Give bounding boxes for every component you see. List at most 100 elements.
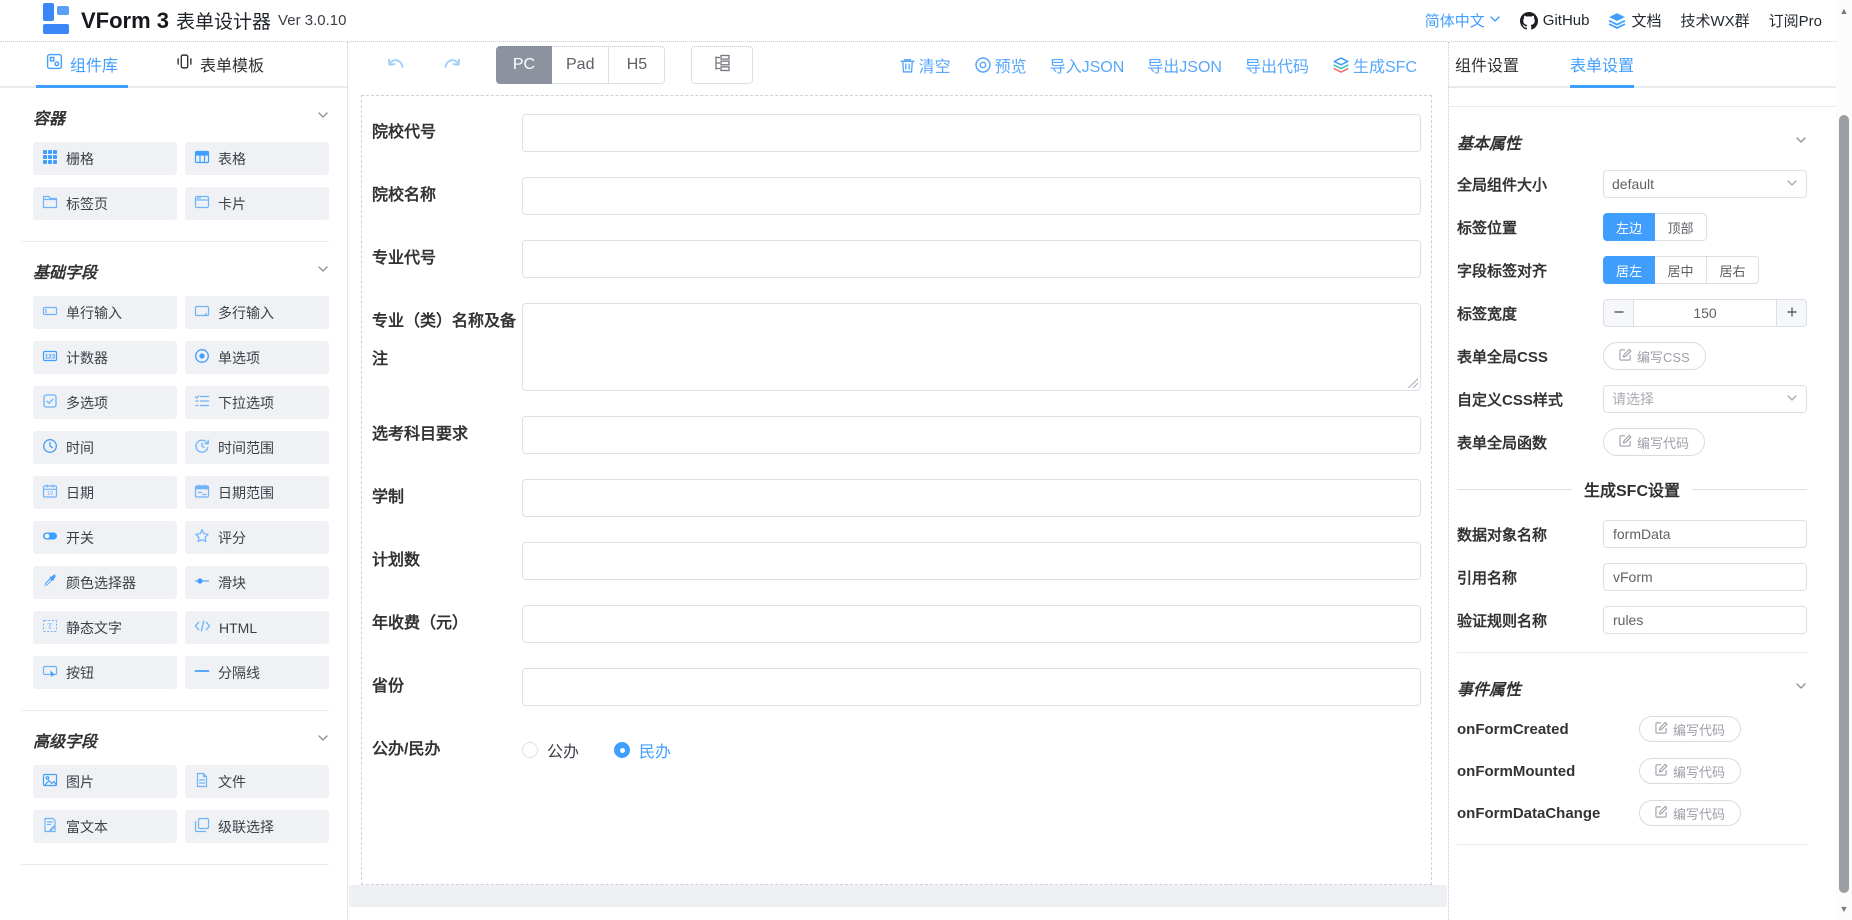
label-align-center[interactable]: 居中 xyxy=(1655,256,1707,284)
widget-card[interactable]: 卡片 xyxy=(185,187,329,220)
device-pad-button[interactable]: Pad xyxy=(552,46,609,84)
export-code-button[interactable]: 导出代码 xyxy=(1245,53,1309,77)
label-position-left[interactable]: 左边 xyxy=(1603,213,1655,241)
widget-rate[interactable]: 评分 xyxy=(185,521,329,554)
widget-tab-page[interactable]: 标签页 xyxy=(33,187,177,220)
label-align-right[interactable]: 居右 xyxy=(1707,256,1759,284)
form-canvas[interactable]: 院校代号 院校名称 专业代号 专业（类）名称及备注 选考科目要求 学制 xyxy=(361,95,1432,885)
widget-date-range[interactable]: 日期范围 xyxy=(185,476,329,509)
device-pc-button[interactable]: PC xyxy=(496,46,552,84)
form-field-row[interactable]: 计划数 xyxy=(372,542,1421,580)
widget-grid[interactable]: 栅格 xyxy=(33,142,177,175)
section-basic-fields[interactable]: 基础字段 xyxy=(33,259,329,283)
widget-divider[interactable]: 分隔线 xyxy=(185,656,329,689)
wx-group-link[interactable]: 技术WX群 xyxy=(1680,10,1749,31)
widget-switch[interactable]: 开关 xyxy=(33,521,177,554)
tab-form-template[interactable]: 表单模板 xyxy=(176,42,264,86)
label-align-left[interactable]: 居左 xyxy=(1603,256,1655,284)
form-field-row[interactable]: 学制 xyxy=(372,479,1421,517)
edit-css-button[interactable]: 编写CSS xyxy=(1603,342,1706,370)
form-field-row[interactable]: 选考科目要求 xyxy=(372,416,1421,454)
form-field-row[interactable]: 年收费（元） xyxy=(372,605,1421,643)
widget-cascader[interactable]: 级联选择 xyxy=(185,810,329,843)
rules-name-input[interactable] xyxy=(1603,606,1807,634)
tab-widget-settings[interactable]: 组件设置 xyxy=(1455,42,1519,86)
form-field-row[interactable]: 公办/民办 公办 民办 xyxy=(372,731,1421,769)
widget-button[interactable]: 按钮 xyxy=(33,656,177,689)
field-input[interactable] xyxy=(522,416,1421,454)
widget-static-text[interactable]: T静态文字 xyxy=(33,611,177,644)
resize-grip[interactable] xyxy=(1408,378,1418,388)
widget-color-picker[interactable]: 颜色选择器 xyxy=(33,566,177,599)
browser-scrollbar[interactable]: ▲ ▼ xyxy=(1836,0,1852,920)
field-input[interactable] xyxy=(522,177,1421,215)
github-link[interactable]: GitHub xyxy=(1520,12,1590,30)
redo-button[interactable] xyxy=(441,55,463,75)
language-selector[interactable]: 简体中文 xyxy=(1425,10,1501,31)
section-container[interactable]: 容器 xyxy=(33,105,329,129)
field-input[interactable] xyxy=(522,479,1421,517)
widget-table[interactable]: 表格 xyxy=(185,142,329,175)
field-input[interactable] xyxy=(522,114,1421,152)
widget-time[interactable]: 时间 xyxy=(33,431,177,464)
form-field-row[interactable]: 专业代号 xyxy=(372,240,1421,278)
form-field-row[interactable]: 省份 xyxy=(372,668,1421,706)
seg-label: 居中 xyxy=(1667,261,1693,280)
field-input[interactable] xyxy=(522,605,1421,643)
widget-select[interactable]: 下拉选项 xyxy=(185,386,329,419)
widget-number[interactable]: 123计数器 xyxy=(33,341,177,374)
custom-class-select[interactable]: 请选择 xyxy=(1603,385,1807,413)
radio-option-private[interactable]: 民办 xyxy=(614,738,671,762)
widget-radio[interactable]: 单选项 xyxy=(185,341,329,374)
generate-sfc-button[interactable]: 生成SFC xyxy=(1332,53,1417,77)
preview-button[interactable]: 预览 xyxy=(974,53,1027,77)
advanced-widgets: 图片 文件 富文本 级联选择 xyxy=(33,765,329,843)
widget-checkbox[interactable]: 多选项 xyxy=(33,386,177,419)
edit-onformcreated-button[interactable]: 编写代码 xyxy=(1639,716,1741,742)
field-input[interactable] xyxy=(522,240,1421,278)
field-input[interactable] xyxy=(522,542,1421,580)
widget-label: 开关 xyxy=(66,528,94,548)
label-position-top[interactable]: 顶部 xyxy=(1655,213,1707,241)
export-json-button[interactable]: 导出JSON xyxy=(1147,53,1222,77)
global-size-select[interactable]: default xyxy=(1603,170,1807,198)
undo-button[interactable] xyxy=(385,55,407,75)
field-input[interactable] xyxy=(522,668,1421,706)
edit-onformmounted-button[interactable]: 编写代码 xyxy=(1639,758,1741,784)
stepper-decrease-button[interactable] xyxy=(1604,300,1634,326)
edit-onformdatachange-button[interactable]: 编写代码 xyxy=(1639,800,1741,826)
widget-rich-editor[interactable]: 富文本 xyxy=(33,810,177,843)
widget-textarea[interactable]: 多行输入 xyxy=(185,296,329,329)
widget-picture-upload[interactable]: 图片 xyxy=(33,765,177,798)
ref-name-input[interactable] xyxy=(1603,563,1807,591)
tab-widget-library[interactable]: 组件库 xyxy=(46,42,118,86)
stepper-increase-button[interactable] xyxy=(1776,300,1806,326)
widget-slider[interactable]: 滑块 xyxy=(185,566,329,599)
stepper-value[interactable]: 150 xyxy=(1634,300,1776,326)
scroll-up-arrow-icon[interactable]: ▲ xyxy=(1836,4,1852,18)
node-tree-button[interactable] xyxy=(691,46,753,84)
widget-time-range[interactable]: 时间范围 xyxy=(185,431,329,464)
basic-props-header[interactable]: 基本属性 xyxy=(1457,130,1807,154)
form-field-row[interactable]: 院校代号 xyxy=(372,114,1421,152)
scrollbar-thumb[interactable] xyxy=(1839,115,1849,893)
form-field-row[interactable]: 院校名称 xyxy=(372,177,1421,215)
widget-date[interactable]: 19日期 xyxy=(33,476,177,509)
tab-form-settings[interactable]: 表单设置 xyxy=(1570,42,1634,86)
subscribe-pro-link[interactable]: 订阅Pro xyxy=(1769,10,1822,31)
radio-option-public[interactable]: 公办 xyxy=(522,738,579,762)
import-json-button[interactable]: 导入JSON xyxy=(1050,53,1125,77)
section-advanced-fields[interactable]: 高级字段 xyxy=(33,728,329,752)
form-field-row[interactable]: 专业（类）名称及备注 xyxy=(372,303,1421,391)
clear-button[interactable]: 清空 xyxy=(899,53,951,77)
event-props-header[interactable]: 事件属性 xyxy=(1457,676,1807,700)
widget-html[interactable]: HTML xyxy=(185,611,329,644)
widget-text-input[interactable]: 单行输入 xyxy=(33,296,177,329)
widget-file-upload[interactable]: 文件 xyxy=(185,765,329,798)
field-textarea[interactable] xyxy=(522,303,1421,391)
scroll-down-arrow-icon[interactable]: ▼ xyxy=(1836,902,1852,916)
docs-link[interactable]: 文档 xyxy=(1608,10,1661,31)
device-h5-button[interactable]: H5 xyxy=(609,46,665,84)
edit-global-func-button[interactable]: 编写代码 xyxy=(1603,428,1705,456)
data-object-name-input[interactable] xyxy=(1603,520,1807,548)
